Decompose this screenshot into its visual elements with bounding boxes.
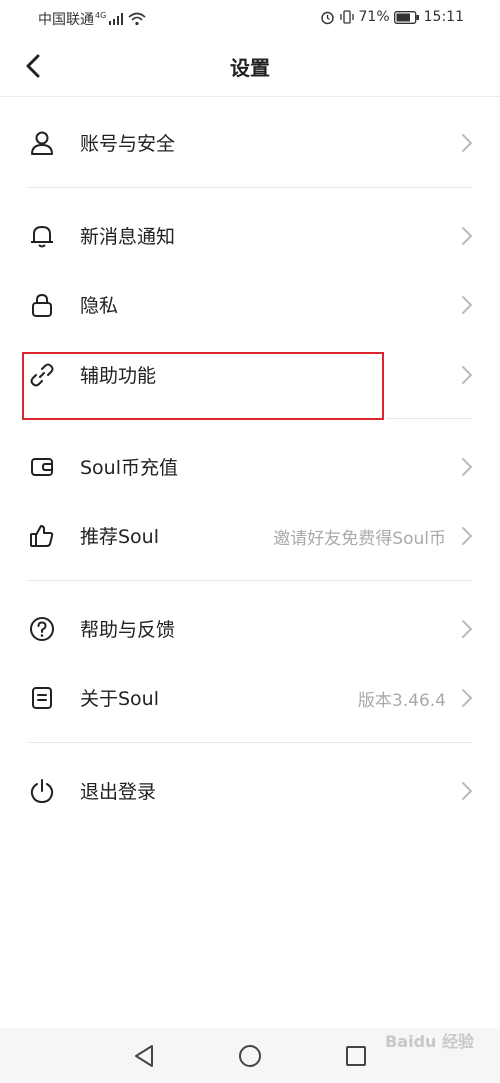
chevron-right-icon	[462, 134, 473, 152]
carrier-name: 中国联通	[38, 12, 94, 28]
app-header: 设置	[0, 36, 500, 97]
document-icon	[32, 687, 52, 709]
thumbs-up-icon	[30, 525, 54, 547]
clock: 15:11	[423, 9, 464, 25]
settings-item-label: 关于Soul	[80, 688, 160, 710]
nav-back-icon[interactable]	[130, 1042, 158, 1070]
bell-icon	[31, 226, 53, 248]
status-left: 中国联通 4G	[38, 9, 146, 29]
settings-item-label: 账号与安全	[80, 133, 176, 155]
highlight-box	[22, 352, 384, 420]
settings-item-help-feedback[interactable]: 帮助与反馈	[0, 593, 500, 663]
nav-home-icon[interactable]	[236, 1042, 264, 1070]
battery-icon	[393, 10, 419, 24]
chevron-right-icon	[462, 296, 473, 314]
page-title: 设置	[230, 56, 270, 80]
watermark: Baidu 经验	[385, 1032, 474, 1051]
user-icon	[31, 131, 53, 155]
settings-item-privacy[interactable]: 隐私	[0, 269, 500, 339]
settings-item-account-security[interactable]: 账号与安全	[0, 107, 500, 177]
network-type: 4G	[95, 10, 107, 20]
lock-icon	[32, 293, 52, 317]
chevron-right-icon	[462, 458, 473, 476]
wifi-icon	[128, 12, 146, 26]
alarm-icon	[320, 11, 334, 24]
section-divider	[386, 418, 472, 419]
chevron-right-icon	[462, 620, 473, 638]
settings-item-label: 推荐Soul	[80, 526, 160, 548]
settings-item-label: 隐私	[80, 295, 119, 317]
status-bar: 中国联通 4G 71% 15:11	[0, 0, 500, 36]
settings-item-notifications[interactable]: 新消息通知	[0, 200, 500, 270]
settings-item-label: Soul币充值	[80, 457, 179, 479]
settings-item-label: 退出登录	[80, 781, 157, 803]
wallet-icon	[31, 458, 53, 476]
chevron-right-icon	[462, 366, 473, 384]
section-divider	[28, 580, 472, 581]
settings-item-label: 新消息通知	[80, 226, 176, 248]
settings-item-about-soul[interactable]: 关于Soul 版本3.46.4	[0, 662, 500, 732]
settings-item-label: 帮助与反馈	[80, 619, 176, 641]
settings-item-soul-coin-recharge[interactable]: Soul币充值	[0, 431, 500, 501]
battery-percent: 71%	[358, 9, 390, 25]
chevron-right-icon	[462, 227, 473, 245]
help-icon	[30, 617, 54, 641]
settings-item-subtext: 邀请好友免费得Soul币	[273, 529, 446, 549]
section-divider	[28, 742, 472, 743]
power-icon	[30, 779, 54, 804]
signal-icon	[109, 13, 124, 25]
settings-item-subtext: 版本3.46.4	[357, 691, 446, 711]
settings-item-recommend-soul[interactable]: 推荐Soul 邀请好友免费得Soul币	[0, 500, 500, 570]
settings-item-logout[interactable]: 退出登录	[0, 755, 500, 825]
status-right: 71% 15:11	[320, 9, 464, 25]
nav-recents-icon[interactable]	[342, 1042, 370, 1070]
section-divider	[28, 187, 472, 188]
vibrate-icon	[339, 10, 354, 24]
chevron-right-icon	[462, 689, 473, 707]
chevron-right-icon	[462, 527, 473, 545]
chevron-right-icon	[462, 782, 473, 800]
